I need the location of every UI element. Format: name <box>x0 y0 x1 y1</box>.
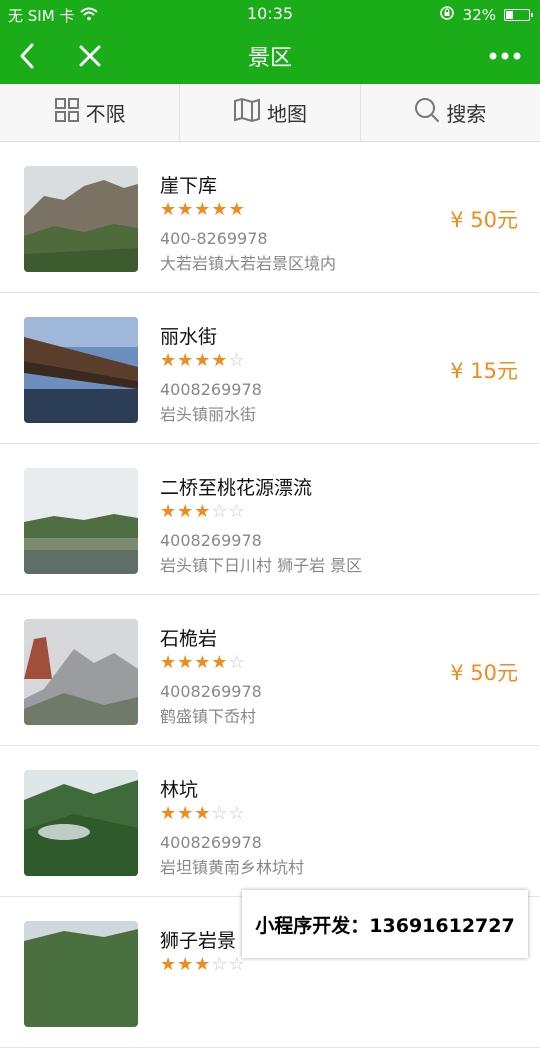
spot-name: 崖下库 <box>160 175 218 197</box>
star-filled-icon: ★ <box>177 954 195 975</box>
developer-watermark: 小程序开发：13691612727 <box>242 890 528 958</box>
star-filled-icon: ★ <box>160 803 178 824</box>
spot-thumbnail <box>24 619 138 725</box>
star-filled-icon: ★ <box>177 350 195 371</box>
filter-search-label: 搜索 <box>446 102 487 126</box>
rating-stars: ★★★☆☆ <box>160 501 246 522</box>
spot-address: 岩头镇下日川村 狮子岩 景区 <box>160 556 363 575</box>
list-item[interactable]: 崖下库 ★★★★★ 400-8269978 大若岩镇大若岩景区境内 ¥ 50元 <box>0 142 540 293</box>
star-filled-icon: ★ <box>211 350 229 371</box>
spot-price: ¥ 15元 <box>450 359 518 383</box>
star-filled-icon: ★ <box>160 199 178 220</box>
star-filled-icon: ★ <box>160 350 178 371</box>
battery-icon <box>504 9 533 21</box>
star-filled-icon: ★ <box>177 803 195 824</box>
spot-price: ¥ 50元 <box>450 661 518 685</box>
rating-stars: ★★★★☆ <box>160 350 246 371</box>
filter-search-button[interactable]: 搜索 <box>361 84 540 141</box>
star-empty-icon: ☆ <box>211 501 229 522</box>
spot-phone: 4008269978 <box>160 380 262 399</box>
filter-map-button[interactable]: 地图 <box>180 84 361 141</box>
filter-all-button[interactable]: 不限 <box>0 84 181 141</box>
star-filled-icon: ★ <box>194 501 212 522</box>
filter-bar: 不限 地图 搜索 <box>0 84 540 142</box>
search-icon <box>414 97 440 128</box>
star-filled-icon: ★ <box>177 501 195 522</box>
rating-stars: ★★★★☆ <box>160 652 246 673</box>
spot-address: 岩头镇丽水街 <box>160 405 257 424</box>
more-menu-button[interactable] <box>488 42 522 70</box>
star-filled-icon: ★ <box>160 954 178 975</box>
spot-phone: 4008269978 <box>160 531 262 550</box>
star-filled-icon: ★ <box>211 199 229 220</box>
spot-thumbnail <box>24 468 138 574</box>
spot-thumbnail <box>24 317 138 423</box>
rating-stars: ★★★★★ <box>160 199 246 220</box>
star-filled-icon: ★ <box>211 652 229 673</box>
star-empty-icon: ☆ <box>228 803 246 824</box>
spot-name: 石桅岩 <box>160 628 218 650</box>
rating-stars: ★★★☆☆ <box>160 954 246 975</box>
list-item[interactable]: 林坑 ★★★☆☆ 4008269978 岩坦镇黄南乡林坑村 <box>0 746 540 897</box>
rating-stars: ★★★☆☆ <box>160 803 246 824</box>
filter-all-label: 不限 <box>85 102 126 126</box>
spot-thumbnail <box>24 921 138 1027</box>
star-empty-icon: ☆ <box>228 350 246 371</box>
spot-phone: 4008269978 <box>160 682 262 701</box>
star-empty-icon: ☆ <box>211 954 229 975</box>
star-empty-icon: ☆ <box>228 501 246 522</box>
rotation-lock-icon <box>439 5 455 25</box>
star-filled-icon: ★ <box>194 803 212 824</box>
star-filled-icon: ★ <box>194 954 212 975</box>
spot-address: 岩坦镇黄南乡林坑村 <box>160 858 305 877</box>
star-filled-icon: ★ <box>194 350 212 371</box>
spot-name: 丽水街 <box>160 326 218 348</box>
star-filled-icon: ★ <box>194 652 212 673</box>
star-filled-icon: ★ <box>160 652 178 673</box>
star-filled-icon: ★ <box>177 652 195 673</box>
spot-phone: 4008269978 <box>160 833 262 852</box>
page-title: 景区 <box>247 46 292 71</box>
list-item[interactable]: 石桅岩 ★★★★☆ 4008269978 鹤盛镇下岙村 ¥ 50元 <box>0 595 540 746</box>
spot-address: 鹤盛镇下岙村 <box>160 707 257 726</box>
spot-name: 二桥至桃花源漂流 <box>160 477 313 499</box>
map-icon <box>233 97 261 128</box>
spot-thumbnail <box>24 166 138 272</box>
grid-icon <box>54 97 80 128</box>
spot-phone: 400-8269978 <box>160 229 268 248</box>
spot-thumbnail <box>24 770 138 876</box>
spot-price: ¥ 50元 <box>450 208 518 232</box>
star-filled-icon: ★ <box>228 199 246 220</box>
star-filled-icon: ★ <box>177 199 195 220</box>
list-item[interactable]: 丽水街 ★★★★☆ 4008269978 岩头镇丽水街 ¥ 15元 <box>0 293 540 444</box>
filter-map-label: 地图 <box>266 102 307 126</box>
battery-percent: 32% <box>462 6 496 24</box>
star-empty-icon: ☆ <box>211 803 229 824</box>
spot-name: 林坑 <box>160 779 199 801</box>
spot-address: 大若岩镇大若岩景区境内 <box>160 254 337 273</box>
status-bar: 无 SIM 卡 10:35 32% <box>0 0 540 28</box>
navigation-bar: 景区 <box>0 28 540 84</box>
star-filled-icon: ★ <box>160 501 178 522</box>
star-empty-icon: ☆ <box>228 652 246 673</box>
list-item[interactable]: 二桥至桃花源漂流 ★★★☆☆ 4008269978 岩头镇下日川村 狮子岩 景区 <box>0 444 540 595</box>
star-filled-icon: ★ <box>194 199 212 220</box>
spot-name: 狮子岩景 <box>160 930 237 952</box>
